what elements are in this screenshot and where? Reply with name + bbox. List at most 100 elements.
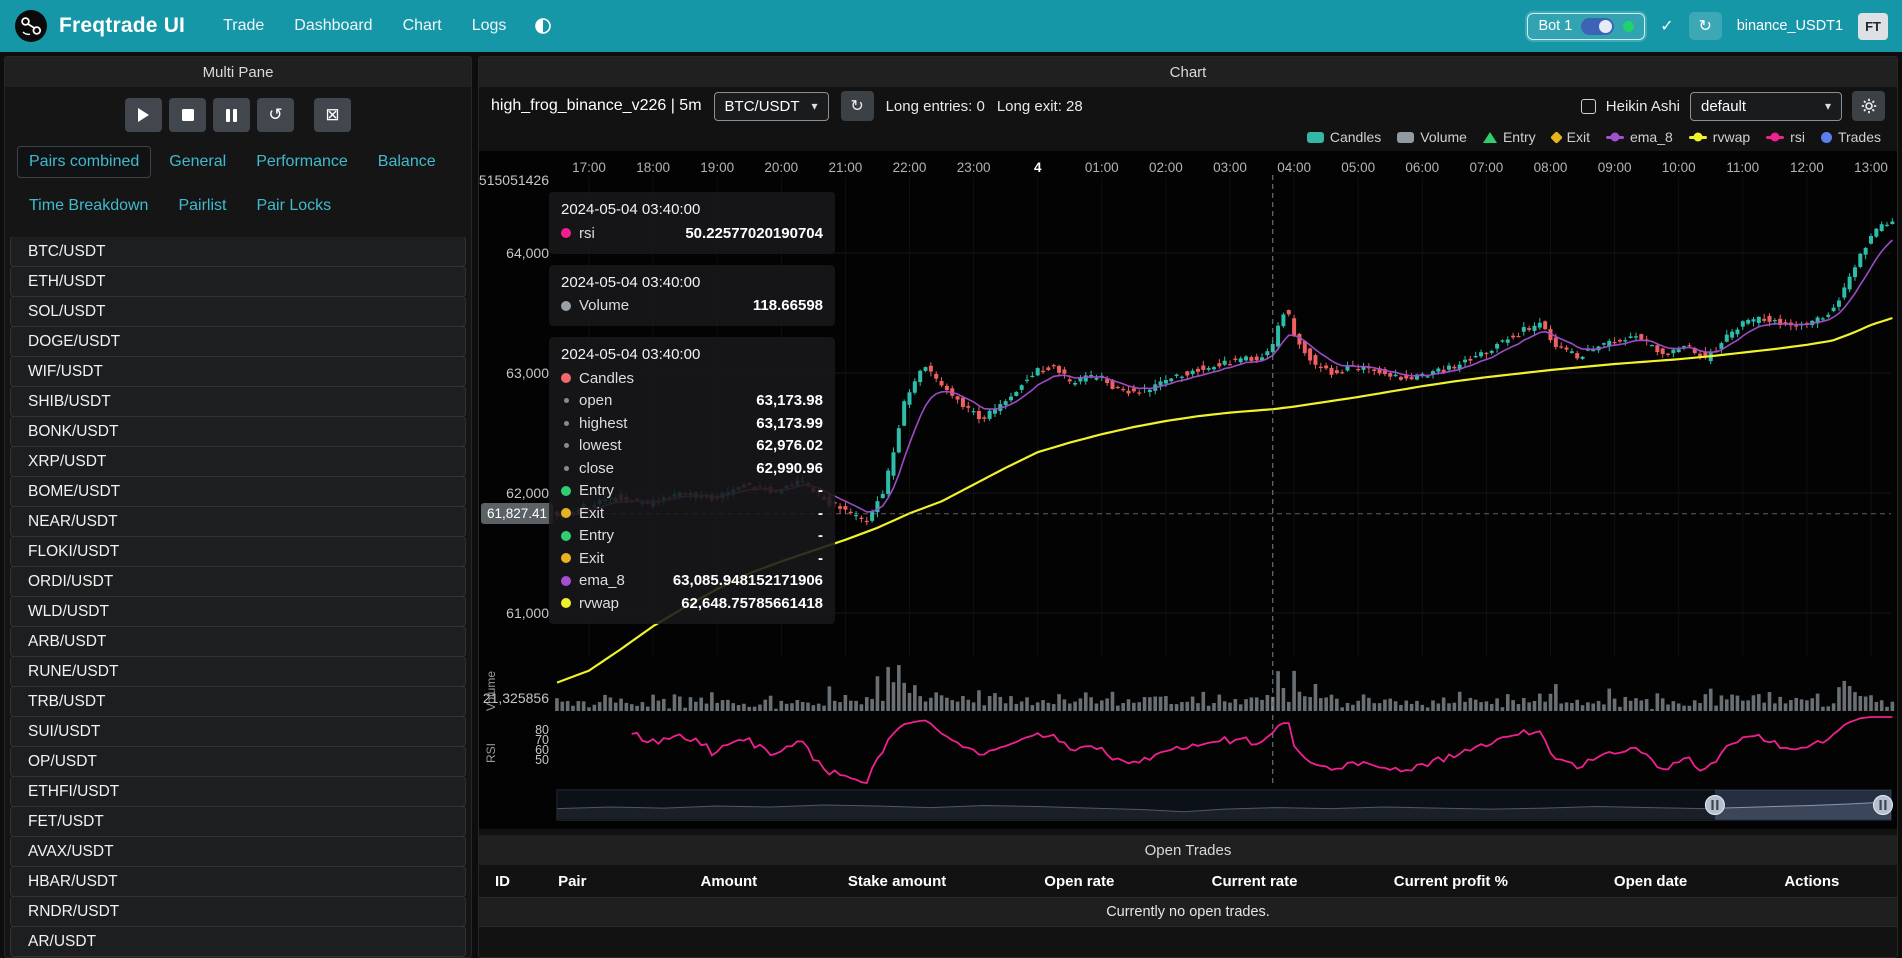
pair-list-item-rune-usdt[interactable]: RUNE/USDT xyxy=(10,656,466,687)
reload-bot-button[interactable]: ↻ xyxy=(1689,12,1722,40)
stop-button[interactable] xyxy=(169,98,206,132)
pair-list-item-trb-usdt[interactable]: TRB/USDT xyxy=(10,686,466,717)
svg-text:06:00: 06:00 xyxy=(1405,160,1439,175)
datazoom-handle[interactable] xyxy=(1874,796,1893,815)
clear-chart-button[interactable]: ⊠ xyxy=(314,98,351,132)
chart-legend: Candles Volume Entry Exit ema_8 rvwap rsi Trade… xyxy=(479,125,1897,151)
multi-pane-header[interactable]: Multi Pane xyxy=(5,57,471,87)
brand[interactable]: Freqtrade UI xyxy=(14,9,185,43)
legend-item-rvwap[interactable]: rvwap xyxy=(1689,129,1750,145)
trades-legend-marker-icon xyxy=(1821,132,1832,143)
tab-pair-locks[interactable]: Pair Locks xyxy=(244,190,343,222)
datazoom-handle[interactable] xyxy=(1705,796,1724,815)
open-trades-header[interactable]: Open Trades xyxy=(479,835,1897,865)
legend-label: ema_8 xyxy=(1630,129,1673,145)
pair-list-item-sui-usdt[interactable]: SUI/USDT xyxy=(10,716,466,747)
chart-area[interactable]: 17:0018:0019:0020:0021:0022:0023:00401:0… xyxy=(479,151,1897,829)
avatar[interactable]: FT xyxy=(1858,13,1888,40)
tab-pairlist[interactable]: Pairlist xyxy=(166,190,238,222)
tab-balance[interactable]: Balance xyxy=(366,146,448,178)
navbar-right: Bot 1 ✓ ↻ binance_USDT1 FT xyxy=(1527,12,1888,40)
svg-text:63,000: 63,000 xyxy=(506,365,549,381)
heikin-ashi-checkbox[interactable] xyxy=(1581,99,1596,114)
column-header-id: ID xyxy=(487,873,550,890)
pair-list-item-bome-usdt[interactable]: BOME/USDT xyxy=(10,476,466,507)
pair-list-item-arb-usdt[interactable]: ARB/USDT xyxy=(10,626,466,657)
pair-list-item-op-usdt[interactable]: OP/USDT xyxy=(10,746,466,777)
long-entries-label: Long entries: 0 xyxy=(886,98,985,115)
legend-label: Entry xyxy=(1503,129,1536,145)
pair-list-item-near-usdt[interactable]: NEAR/USDT xyxy=(10,506,466,537)
pair-list-item-rndr-usdt[interactable]: RNDR/USDT xyxy=(10,896,466,927)
open-trades-columns: IDPairAmountStake amountOpen rateCurrent… xyxy=(479,865,1897,897)
refresh-icon: ↻ xyxy=(850,96,863,116)
strategy-label: high_frog_binance_v226 | 5m xyxy=(491,97,702,115)
pause-icon xyxy=(226,109,237,122)
pair-list-item-eth-usdt[interactable]: ETH/USDT xyxy=(10,266,466,297)
navbar: Freqtrade UI Trade Dashboard Chart Logs Bot… xyxy=(0,0,1902,52)
pair-list-item-floki-usdt[interactable]: FLOKI/USDT xyxy=(10,536,466,567)
pair-list-item-wif-usdt[interactable]: WIF/USDT xyxy=(10,356,466,387)
pair-list-item-ethfi-usdt[interactable]: ETHFI/USDT xyxy=(10,776,466,807)
legend-item-candles[interactable]: Candles xyxy=(1307,129,1381,145)
legend-item-ema-8[interactable]: ema_8 xyxy=(1606,129,1673,145)
legend-item-trades[interactable]: Trades xyxy=(1821,129,1881,145)
theme-toggle-icon[interactable] xyxy=(534,17,552,35)
svg-text:515051426: 515051426 xyxy=(479,172,549,188)
pair-list-item-xrp-usdt[interactable]: XRP/USDT xyxy=(10,446,466,477)
pair-list-item-ordi-usdt[interactable]: ORDI/USDT xyxy=(10,566,466,597)
nav-link-logs[interactable]: Logs xyxy=(472,17,507,35)
svg-text:62,000: 62,000 xyxy=(506,485,549,501)
column-header-amount: Amount xyxy=(655,873,802,890)
plot-config-select[interactable]: default ▾ xyxy=(1690,92,1842,121)
pair-list-item-hbar-usdt[interactable]: HBAR/USDT xyxy=(10,866,466,897)
tab-general[interactable]: General xyxy=(157,146,238,178)
nav-link-dashboard[interactable]: Dashboard xyxy=(294,17,372,35)
pair-list-item-doge-usdt[interactable]: DOGE/USDT xyxy=(10,326,466,357)
tab-performance[interactable]: Performance xyxy=(244,146,360,178)
svg-text:12:00: 12:00 xyxy=(1790,160,1824,175)
svg-text:03:00: 03:00 xyxy=(1213,160,1247,175)
legend-item-rsi[interactable]: rsi xyxy=(1766,129,1805,145)
exit-legend-marker-icon xyxy=(1550,131,1563,144)
legend-item-exit[interactable]: Exit xyxy=(1552,129,1590,145)
legend-item-entry[interactable]: Entry xyxy=(1483,129,1536,145)
legend-label: Volume xyxy=(1420,129,1467,145)
plot-settings-button[interactable] xyxy=(1852,91,1885,121)
pair-select[interactable]: BTC/USDT ▾ xyxy=(714,92,829,121)
nav-link-trade[interactable]: Trade xyxy=(223,17,264,35)
svg-text:4: 4 xyxy=(1034,160,1042,175)
legend-item-volume[interactable]: Volume xyxy=(1397,129,1467,145)
refresh-chart-button[interactable]: ↻ xyxy=(841,91,874,121)
long-exit-label: Long exit: 28 xyxy=(997,98,1083,115)
candlestick-chart: 17:0018:0019:0020:0021:0022:0023:00401:0… xyxy=(479,151,1897,829)
chart-panel-header[interactable]: Chart xyxy=(479,57,1897,87)
tab-pairs-combined[interactable]: Pairs combined xyxy=(17,146,151,178)
bot-selector[interactable]: Bot 1 xyxy=(1527,13,1645,40)
column-header-open-rate: Open rate xyxy=(992,873,1167,890)
pair-list-item-shib-usdt[interactable]: SHIB/USDT xyxy=(10,386,466,417)
pair-list-item-avax-usdt[interactable]: AVAX/USDT xyxy=(10,836,466,867)
column-header-open-date: Open date xyxy=(1559,873,1741,890)
chevron-down-icon: ▾ xyxy=(1825,99,1831,113)
pause-button[interactable] xyxy=(213,98,250,132)
play-button[interactable] xyxy=(125,98,162,132)
svg-text:05:00: 05:00 xyxy=(1341,160,1375,175)
pair-list-item-wld-usdt[interactable]: WLD/USDT xyxy=(10,596,466,627)
open-trades-section: Open Trades IDPairAmountStake amountOpen… xyxy=(479,835,1897,927)
pair-list-item-bonk-usdt[interactable]: BONK/USDT xyxy=(10,416,466,447)
svg-text:50: 50 xyxy=(535,753,549,767)
autorefresh-button[interactable]: ↺ xyxy=(257,98,294,132)
pair-list-item-sol-usdt[interactable]: SOL/USDT xyxy=(10,296,466,327)
tab-row-2: Time BreakdownPairlistPair Locks xyxy=(5,190,471,222)
pair-list-item-ar-usdt[interactable]: AR/USDT xyxy=(10,926,466,957)
crosshair-price-label: 61,827.41 xyxy=(481,503,553,524)
chart-panel: Chart high_frog_binance_v226 | 5m BTC/US… xyxy=(478,56,1898,958)
open-trades-title: Open Trades xyxy=(1145,842,1232,859)
pair-list-item-fet-usdt[interactable]: FET/USDT xyxy=(10,806,466,837)
check-icon: ✓ xyxy=(1660,16,1673,36)
bot-toggle[interactable] xyxy=(1581,18,1614,35)
tab-time-breakdown[interactable]: Time Breakdown xyxy=(17,190,160,222)
nav-link-chart[interactable]: Chart xyxy=(403,17,442,35)
pair-list-item-btc-usdt[interactable]: BTC/USDT xyxy=(10,237,466,267)
